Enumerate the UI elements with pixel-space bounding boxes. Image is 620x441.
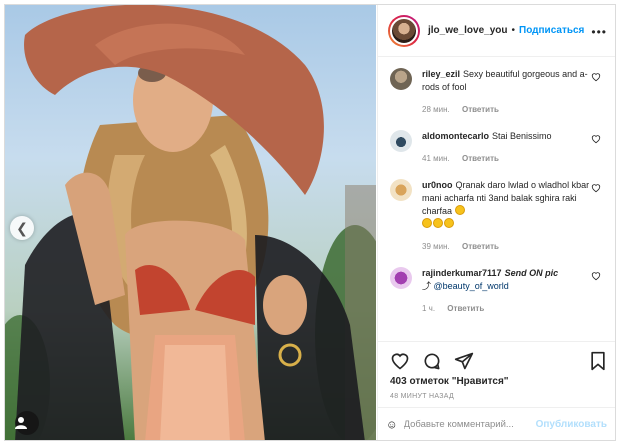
author-username[interactable]: jlo_we_love_you xyxy=(428,25,507,36)
post-header: jlo_we_love_you • Подписаться ••• xyxy=(378,5,615,57)
comment-composer: Опубликовать xyxy=(378,407,615,440)
emoji-icon[interactable] xyxy=(388,415,396,435)
likes-count[interactable]: 403 отметок "Нравится" xyxy=(378,372,615,387)
user-tag-icon xyxy=(15,417,27,429)
publish-button[interactable]: Опубликовать xyxy=(536,419,607,430)
heart-icon[interactable] xyxy=(591,72,601,82)
comment-time: 1 ч. xyxy=(422,304,436,313)
reply-button[interactable]: Ответить xyxy=(462,242,499,251)
commenter-username[interactable]: aldomontecarlo xyxy=(422,131,489,141)
post-side-panel: jlo_we_love_you • Подписаться ••• riley_… xyxy=(377,5,615,440)
comment-item: aldomontecarlo Stai Benissimo 41 мин. Отв… xyxy=(390,130,607,165)
heart-icon[interactable] xyxy=(591,134,601,144)
more-icon[interactable]: ••• xyxy=(591,25,607,39)
comment-item: ur0noo Qranak daro lwlad o wladhol kbar m… xyxy=(390,179,607,253)
tagged-users-button[interactable] xyxy=(15,411,39,435)
post-time: 48 минут назад xyxy=(390,393,455,400)
commenter-avatar[interactable] xyxy=(390,267,412,289)
commenter-username[interactable]: ur0noo xyxy=(422,180,453,190)
commenter-username[interactable]: riley_ezil xyxy=(422,69,460,79)
comment-time: 41 мин. xyxy=(422,154,450,163)
commenter-avatar[interactable] xyxy=(390,179,412,201)
author-avatar[interactable] xyxy=(388,14,420,47)
commenter-avatar[interactable] xyxy=(390,68,412,90)
comment-text: Send ON pic xyxy=(504,268,559,278)
comment-time: 28 мин. xyxy=(422,105,450,114)
commenter-username[interactable]: rajinderkumar7117 xyxy=(422,268,502,278)
previous-photo-button[interactable]: ❮ xyxy=(10,216,34,240)
reply-button[interactable]: Ответить xyxy=(447,304,484,313)
photo-illustration xyxy=(5,5,376,440)
comments-list: riley_ezil Sexy beautiful gorgeous and a-… xyxy=(378,58,615,340)
emoji-icon xyxy=(454,205,466,216)
comment-text: Stai Benissimo xyxy=(492,131,552,141)
reply-button[interactable]: Ответить xyxy=(462,105,499,114)
comment-input[interactable] xyxy=(403,419,536,430)
heart-icon[interactable] xyxy=(591,183,601,193)
chevron-left-icon: ❮ xyxy=(16,220,28,236)
mention-link[interactable]: @beauty_of_world xyxy=(434,281,509,291)
follow-button[interactable]: Подписаться xyxy=(519,25,584,36)
link-out-icon: ⤴ xyxy=(422,281,432,291)
emoji-icon xyxy=(422,218,455,229)
heart-icon[interactable] xyxy=(591,271,601,281)
comment-item: rajinderkumar7117 Send ON pic ⤴ @beauty_o… xyxy=(390,267,607,315)
share-icon[interactable] xyxy=(454,351,474,371)
comment-time: 39 мин. xyxy=(422,242,450,251)
comment-icon[interactable] xyxy=(422,351,442,371)
heart-icon[interactable] xyxy=(390,351,410,371)
reply-button[interactable]: Ответить xyxy=(462,154,499,163)
separator-dot: • xyxy=(511,25,515,36)
post-dialog: ❮ jlo_we_love_you • Подписаться ••• rile… xyxy=(4,4,616,441)
bookmark-icon[interactable] xyxy=(589,351,607,371)
post-photo[interactable]: ❮ xyxy=(5,5,376,440)
post-actions: 403 отметок "Нравится" 48 минут назад Оп… xyxy=(378,341,615,440)
comment-item: riley_ezil Sexy beautiful gorgeous and a-… xyxy=(390,68,607,116)
commenter-avatar[interactable] xyxy=(390,130,412,152)
